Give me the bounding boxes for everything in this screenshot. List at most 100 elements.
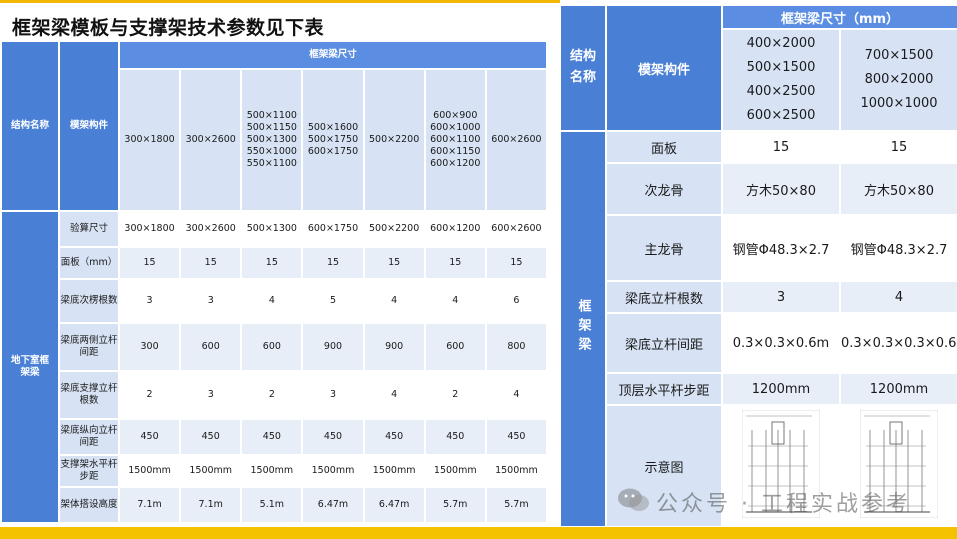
table-cell: 5.7m (486, 488, 546, 522)
table-cell: 1500mm (364, 456, 424, 486)
table-cell: 3 (181, 280, 241, 322)
table-cell: 450 (120, 420, 180, 454)
table-row: 梁底次楞根数 3 3 4 5 4 4 6 (2, 280, 546, 322)
table-cell: 1200mm (841, 374, 957, 405)
row-label: 面板 (607, 132, 721, 163)
size-value: 600×2600 (491, 134, 542, 146)
table-cell: 300×2600 (181, 212, 241, 246)
table-row: 梁底纵向立杆间距 450 450 450 450 450 450 450 (2, 420, 546, 454)
wechat-icon (618, 488, 649, 511)
size-group-cell: 700×1500 800×2000 1000×1000 (841, 30, 957, 131)
table-cell: 500×1300 (242, 212, 302, 246)
size-value: 1000×1000 (860, 96, 938, 112)
struct-name-cell: 地下室框架梁 (2, 212, 58, 522)
size-group-cell: 400×2000 500×1500 400×2500 600×2500 (723, 30, 839, 131)
table-row: 框架梁 面板 15 15 (561, 132, 957, 526)
table-cell: 15 (181, 248, 241, 278)
table-cell: 1500mm (120, 456, 180, 486)
size-value: 400×2500 (746, 84, 816, 100)
table-cell: 450 (486, 420, 546, 454)
table-cell: 600×2600 (486, 212, 546, 246)
table-cell: 450 (425, 420, 485, 454)
size-value: 700×1500 (864, 48, 934, 64)
table-cell: 3 (723, 282, 839, 313)
size-group-cell: 600×900 600×1000 600×1100 600×1150 600×1200 (425, 70, 485, 210)
table-cell: 500×2200 (364, 212, 424, 246)
table-cell: 600 (425, 324, 485, 370)
size-value: 600×2500 (746, 108, 816, 124)
left-parameter-table: 结构名称 模架构件 框架梁尺寸 300×1800 300×2600 500×1100… (0, 40, 548, 524)
size-group-cell: 500×1600 500×1750 600×1750 (303, 70, 363, 210)
table-cell: 15 (303, 248, 363, 278)
table-cell: 4 (486, 372, 546, 418)
table-cell: 15 (120, 248, 180, 278)
table-cell: 方木50×80 (841, 164, 957, 215)
table-row: 面板（mm） 15 15 15 15 15 15 15 (2, 248, 546, 278)
size-group-cell: 300×1800 (120, 70, 180, 210)
row-label: 梁底次楞根数 (60, 280, 118, 322)
table-cell: 4 (364, 372, 424, 418)
row-label: 次龙骨 (607, 164, 721, 215)
size-group-cell: 500×2200 (364, 70, 424, 210)
row-label: 梁底立杆根数 (607, 282, 721, 313)
table-cell: 4 (242, 280, 302, 322)
table-cell: 450 (364, 420, 424, 454)
table-row: 梁底立杆间距 0.3×0.3×0.6m 0.3×0.3×0.3×0.6m (561, 314, 957, 373)
table-cell: 6.47m (303, 488, 363, 522)
table-row: 主龙骨 钢管Φ48.3×2.7 钢管Φ48.3×2.7 (561, 216, 957, 281)
table-row: 地下室框架梁 验算尺寸 300×1800 300×2600 500×1300 600×17… (2, 212, 546, 522)
right-parameter-table: 结构名称 模架构件 框架梁尺寸（mm） 400×2000 500×1500 400×… (559, 4, 957, 528)
table-cell: 6.47m (364, 488, 424, 522)
size-value: 400×2000 (746, 36, 816, 52)
page-title: 框架梁模板与支撑架技术参数见下表 (12, 17, 325, 39)
table-cell: 15 (364, 248, 424, 278)
table-cell: 900 (303, 324, 363, 370)
size-value: 500×1600 (307, 122, 359, 134)
table-cell: 5 (303, 280, 363, 322)
size-value: 500×1750 (307, 134, 359, 146)
size-value: 500×2200 (368, 134, 420, 146)
table-cell: 钢管Φ48.3×2.7 (723, 216, 839, 281)
row-label: 面板（mm） (60, 248, 118, 278)
size-value: 300×2600 (185, 134, 236, 146)
table-cell: 450 (242, 420, 302, 454)
header-struct-name: 结构名称 (2, 42, 58, 210)
size-value: 550×1100 (246, 157, 297, 169)
struct-name-cell: 框架梁 (561, 132, 605, 526)
row-label: 梁底纵向立杆间距 (60, 420, 118, 454)
size-value: 600×1750 (307, 145, 359, 157)
table-cell: 方木50×80 (723, 164, 839, 215)
table-cell: 2 (120, 372, 180, 418)
table-row: 梁底支撑立杆根数 2 3 2 3 4 2 4 (2, 372, 546, 418)
struct-name-text: 框架梁 (575, 298, 591, 356)
table-cell: 1500mm (486, 456, 546, 486)
size-group-cell: 600×2600 (486, 70, 546, 210)
header-beam-size: 框架梁尺寸（mm） (723, 6, 957, 29)
header-beam-size: 框架梁尺寸 (120, 42, 546, 68)
table-row: 架体搭设高度 7.1m 7.1m 5.1m 6.47m 6.47m 5.7m 5.7m (2, 488, 546, 522)
table-cell: 1500mm (303, 456, 363, 486)
row-label: 主龙骨 (607, 216, 721, 281)
size-value: 500×1300 (246, 134, 297, 146)
table-cell: 300 (120, 324, 180, 370)
table-cell: 2 (425, 372, 485, 418)
table-cell: 7.1m (120, 488, 180, 522)
size-value: 550×1000 (246, 145, 297, 157)
table-cell: 15 (425, 248, 485, 278)
size-value: 500×1150 (246, 122, 297, 134)
table-cell: 4 (364, 280, 424, 322)
table-cell: 3 (181, 372, 241, 418)
table-cell: 4 (841, 282, 957, 313)
row-label: 顶层水平杆步距 (607, 374, 721, 405)
size-value: 600×1100 (430, 134, 481, 146)
table-cell: 0.3×0.3×0.3×0.6m (841, 314, 957, 373)
row-label: 支撑架水平杆步距 (60, 456, 118, 486)
table-cell: 3 (303, 372, 363, 418)
table-cell: 15 (242, 248, 302, 278)
row-label: 梁底两侧立杆间距 (60, 324, 118, 370)
table-cell: 0.3×0.3×0.6m (723, 314, 839, 373)
table-cell: 1500mm (181, 456, 241, 486)
size-value: 600×1000 (430, 122, 481, 134)
table-cell: 15 (723, 132, 839, 163)
table-row: 梁底立杆根数 3 4 (561, 282, 957, 313)
